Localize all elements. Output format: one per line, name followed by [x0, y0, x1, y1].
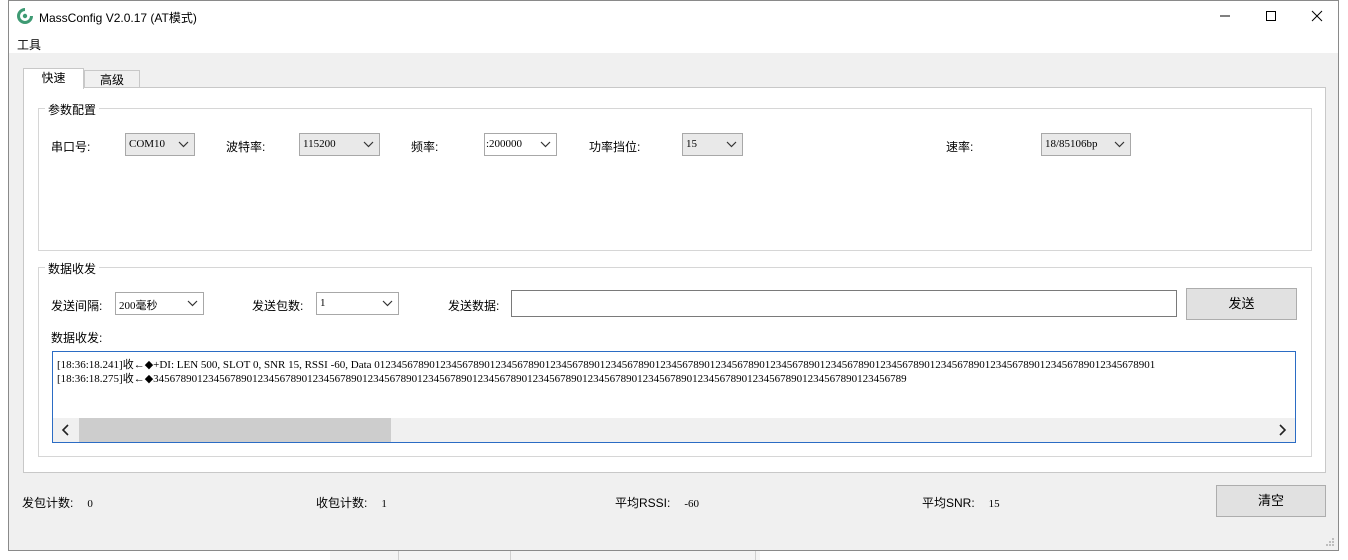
menu-tools[interactable]: 工具 [17, 36, 41, 53]
avg-snr: 平均SNR: 15 [922, 494, 1000, 511]
send-data-label: 发送数据: [448, 299, 500, 313]
send-data-input[interactable] [511, 290, 1177, 317]
send-button[interactable]: 发送 [1186, 288, 1297, 320]
interval-value: 200毫秒 [119, 300, 158, 312]
chevron-down-icon [178, 141, 189, 148]
interval-select[interactable]: 200毫秒 [115, 292, 204, 315]
clear-button[interactable]: 清空 [1216, 485, 1326, 517]
close-icon [1311, 10, 1323, 22]
sent-count-label: 发包计数: [22, 496, 74, 510]
title-bar: MassConfig V2.0.17 (AT模式) [9, 1, 1338, 31]
sent-count-value: 0 [87, 498, 93, 510]
resize-grip-icon[interactable] [1325, 537, 1335, 547]
power-label: 功率挡位: [589, 140, 641, 154]
interval-label: 发送间隔: [51, 299, 103, 313]
chevron-down-icon [540, 141, 551, 148]
scroll-left-icon[interactable] [61, 424, 71, 436]
rate-label: 速率: [946, 140, 974, 154]
maximize-icon [1266, 11, 1276, 21]
freq-select[interactable]: :200000 [484, 133, 557, 156]
param-config-group: 参数配置 串口号: COM10 波特率: 115200 频率: :200000 … [38, 101, 1312, 251]
window-title: MassConfig V2.0.17 (AT模式) [39, 11, 197, 25]
rate-value: 18/85106bp [1045, 138, 1098, 150]
power-value: 15 [686, 138, 697, 150]
chevron-down-icon [363, 141, 374, 148]
avg-snr-value: 15 [988, 498, 1000, 510]
log-label: 数据收发: [51, 331, 103, 345]
log-line: [18:36:18.275]收←◆34567890123456789012345… [57, 373, 907, 385]
freq-label: 频率: [411, 140, 439, 154]
chevron-down-icon [726, 141, 737, 148]
menu-bar: 工具 [9, 31, 1338, 53]
recv-count: 收包计数: 1 [316, 494, 387, 511]
chevron-down-icon [382, 300, 393, 307]
horizontal-scrollbar[interactable] [53, 418, 1295, 442]
minimize-icon [1220, 15, 1230, 17]
avg-rssi-label: 平均RSSI: [615, 496, 671, 510]
app-logo-icon [17, 8, 33, 24]
recv-count-value: 1 [381, 498, 387, 510]
data-transceive-title: 数据收发 [45, 260, 100, 277]
baud-label: 波特率: [226, 140, 266, 154]
power-select[interactable]: 15 [682, 133, 743, 156]
freq-value: :200000 [486, 138, 523, 150]
main-window: MassConfig V2.0.17 (AT模式) 工具 快速 高级 参数配置 … [8, 0, 1339, 551]
log-textarea[interactable]: [18:36:18.241]收←◆+DI: LEN 500, SLOT 0, S… [52, 351, 1296, 443]
scrollbar-thumb[interactable] [79, 418, 391, 442]
count-select[interactable]: 1 [316, 292, 399, 315]
avg-snr-label: 平均SNR: [922, 496, 975, 510]
count-value: 1 [320, 297, 326, 309]
baud-value: 115200 [303, 138, 336, 150]
maximize-button[interactable] [1248, 1, 1294, 31]
avg-rssi: 平均RSSI: -60 [615, 494, 699, 511]
port-select[interactable]: COM10 [125, 133, 195, 156]
chevron-down-icon [187, 300, 198, 307]
port-label: 串口号: [51, 140, 91, 154]
close-button[interactable] [1294, 1, 1338, 31]
tab-quick[interactable]: 快速 [23, 68, 84, 89]
scroll-right-icon[interactable] [1277, 424, 1287, 436]
chevron-down-icon [1114, 141, 1125, 148]
sent-count: 发包计数: 0 [22, 494, 93, 511]
param-config-title: 参数配置 [45, 101, 100, 118]
count-label: 发送包数: [252, 299, 304, 313]
recv-count-label: 收包计数: [316, 496, 368, 510]
baud-select[interactable]: 115200 [299, 133, 380, 156]
minimize-button[interactable] [1202, 1, 1248, 31]
rate-select[interactable]: 18/85106bp [1041, 133, 1131, 156]
avg-rssi-value: -60 [684, 498, 700, 510]
port-value: COM10 [129, 138, 166, 150]
